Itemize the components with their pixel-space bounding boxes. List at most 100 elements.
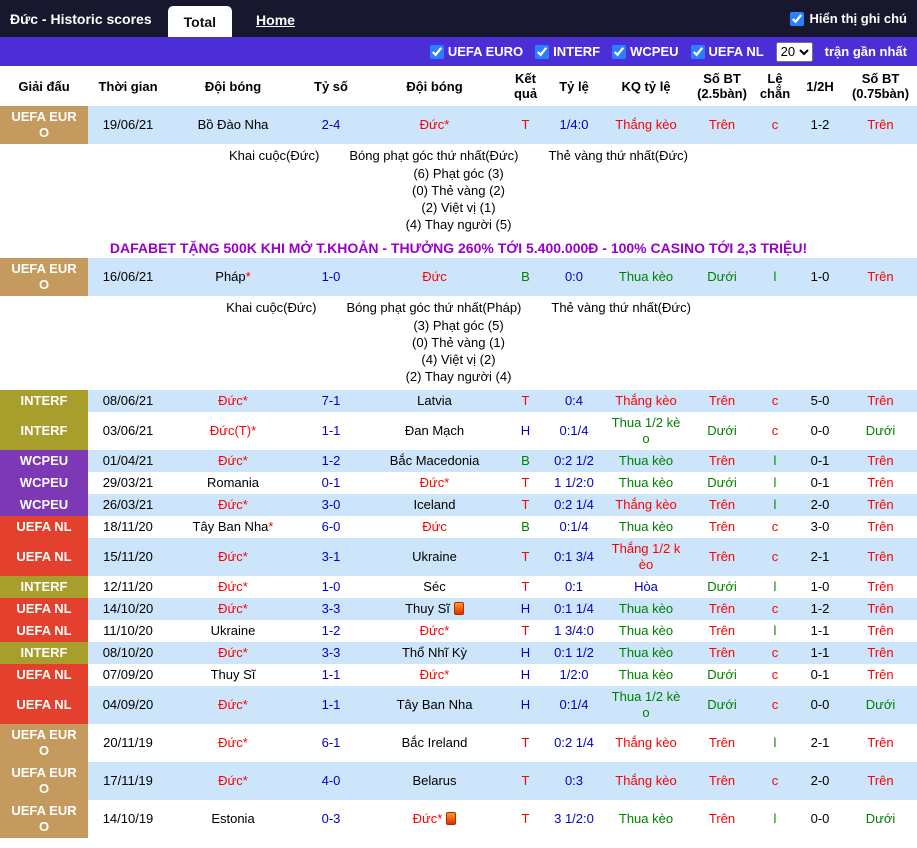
odd-even: l — [754, 472, 796, 494]
league-badge: INTERF — [0, 412, 88, 450]
over-under-2-5: Trên — [690, 642, 754, 664]
score: 1-1 — [298, 664, 364, 686]
show-notes-toggle[interactable]: Hiển thị ghi chú — [789, 0, 917, 37]
team-name: Đức — [218, 735, 243, 750]
match-date: 29/03/21 — [88, 472, 168, 494]
filter-uefa-nl[interactable]: UEFA NL — [690, 44, 764, 59]
focus-star: * — [242, 735, 248, 750]
team-name: Đức — [218, 645, 243, 660]
score: 1-1 — [298, 412, 364, 450]
over-under-2-5: Trên — [690, 762, 754, 800]
league-badge: UEFA NL — [0, 686, 88, 724]
column-header: Tỷ số — [298, 66, 364, 106]
column-header: Đội bóng — [364, 66, 505, 106]
over-under-0-75: Trên — [844, 390, 917, 412]
match-date: 08/06/21 — [88, 390, 168, 412]
match-count-select[interactable]: 20 — [775, 41, 813, 62]
note-header: Khai cuộc(Đức) Bóng phạt góc thứ nhất(Phá… — [0, 298, 917, 317]
focus-star: * — [444, 117, 450, 132]
handicap-result: Thắng kèo — [602, 494, 690, 516]
league-badge: WCPEU — [0, 472, 88, 494]
note-line: (2) Việt vị (1) — [421, 200, 496, 215]
match-date: 11/10/20 — [88, 620, 168, 642]
note-line: (4) Thay người (5) — [405, 217, 512, 232]
match-date: 14/10/19 — [88, 800, 168, 838]
note-header-item: Khai cuộc(Đức) — [226, 300, 317, 315]
match-row: UEFA NL 18/11/20 Tây Ban Nha* 6-0 Đức B 0:1/4 T… — [0, 516, 917, 538]
score: 2-4 — [298, 106, 364, 144]
match-date: 12/11/20 — [88, 576, 168, 598]
team-name: Đức — [218, 497, 243, 512]
match-row: UEFA NL 04/09/20 Đức* 1-1 Tây Ban Nha H 0:1/4 T… — [0, 686, 917, 724]
focus-star: * — [242, 601, 248, 616]
home-team: Đức* — [168, 390, 298, 412]
home-team: Romania — [168, 472, 298, 494]
filter-wcpeu[interactable]: WCPEU — [612, 44, 679, 59]
tab-total[interactable]: Total — [167, 6, 233, 37]
team-name: Đức — [218, 453, 243, 468]
over-under-2-5: Dưới — [690, 576, 754, 598]
match-row: INTERF 08/06/21 Đức* 7-1 Latvia T 0:4 Thắng kèo… — [0, 390, 917, 412]
column-header: Đội bóng — [168, 66, 298, 106]
halftime-score: 1-1 — [796, 642, 844, 664]
halftime-score: 1-0 — [796, 258, 844, 296]
away-team: Thổ Nhĩ Kỳ — [364, 642, 505, 664]
tab-home[interactable]: Home — [246, 12, 305, 37]
filter-interf[interactable]: INTERF — [535, 44, 600, 59]
team-name: Đức — [218, 601, 243, 616]
away-team: Bắc Ireland — [364, 724, 505, 762]
result-letter: T — [505, 538, 546, 576]
handicap-result: Thắng 1/2 kèo — [602, 538, 690, 576]
team-name: Đức — [419, 667, 445, 682]
home-team: Bồ Đào Nha — [168, 106, 298, 144]
note-line: (0) Thẻ vàng (1) — [412, 335, 505, 350]
handicap-result: Thua 1/2 kèo — [602, 686, 690, 724]
show-notes-label: Hiển thị ghi chú — [809, 11, 908, 26]
odd-even: l — [754, 450, 796, 472]
over-under-0-75: Trên — [844, 598, 917, 620]
score: 1-2 — [298, 620, 364, 642]
league-badge: UEFA NL — [0, 538, 88, 576]
show-notes-checkbox[interactable] — [789, 11, 804, 26]
focus-star: * — [242, 453, 248, 468]
over-under-2-5: Dưới — [690, 664, 754, 686]
filter-uefa-euro[interactable]: UEFA EURO — [429, 44, 523, 59]
filter-checkbox[interactable] — [612, 44, 627, 59]
match-row: UEFA EURO 17/11/19 Đức* 4-0 Belarus T 0:3 Thắng… — [0, 762, 917, 800]
ad-banner[interactable]: DAFABET TẶNG 500K KHI MỞ T.KHOẢN - THƯỞN… — [0, 238, 917, 258]
handicap-result: Thua kèo — [602, 450, 690, 472]
focus-star: * — [242, 697, 248, 712]
away-team: Belarus — [364, 762, 505, 800]
halftime-score: 2-0 — [796, 762, 844, 800]
team-name: Thổ Nhĩ Kỳ — [401, 645, 468, 660]
league-badge: INTERF — [0, 390, 88, 412]
top-bar: Đức - Historic scores Total Home Hiển th… — [0, 0, 917, 37]
column-header: Kết quả — [505, 66, 546, 106]
result-letter: H — [505, 412, 546, 450]
odd-even: l — [754, 800, 796, 838]
team-name: Romania — [206, 475, 260, 490]
match-row: UEFA NL 15/11/20 Đức* 3-1 Ukraine T 0:1 3/4 Thắ… — [0, 538, 917, 576]
match-date: 15/11/20 — [88, 538, 168, 576]
results-table-head: Giải đấu Thời gian Đội bóng Tỷ số Đội bóng Kế… — [0, 66, 917, 106]
result-letter: B — [505, 258, 546, 296]
away-team: Đức* — [364, 106, 505, 144]
column-header: KQ tỷ lệ — [602, 66, 690, 106]
home-team: Đức(T)* — [168, 412, 298, 450]
match-row: UEFA NL 07/09/20 Thuy Sĩ 1-1 Đức* H 1/2:0 Thua … — [0, 664, 917, 686]
match-date: 01/04/21 — [88, 450, 168, 472]
handicap-result: Thắng kèo — [602, 106, 690, 144]
filter-label: INTERF — [553, 44, 601, 59]
away-team: Ukraine — [364, 538, 505, 576]
focus-star: * — [437, 811, 443, 826]
match-row: UEFA EURO 14/10/19 Estonia 0-3 Đức* T 3 1/2:0 T… — [0, 800, 917, 838]
match-row: UEFA EURO 20/11/19 Đức* 6-1 Bắc Ireland T 0:2 … — [0, 724, 917, 762]
filter-checkbox[interactable] — [535, 44, 550, 59]
home-team: Đức* — [168, 538, 298, 576]
column-header: Số BT (2.5bàn) — [690, 66, 754, 106]
handicap-result: Hòa — [602, 576, 690, 598]
halftime-score: 3-0 — [796, 516, 844, 538]
home-team: Đức* — [168, 686, 298, 724]
filter-checkbox[interactable] — [429, 44, 444, 59]
filter-checkbox[interactable] — [690, 44, 705, 59]
